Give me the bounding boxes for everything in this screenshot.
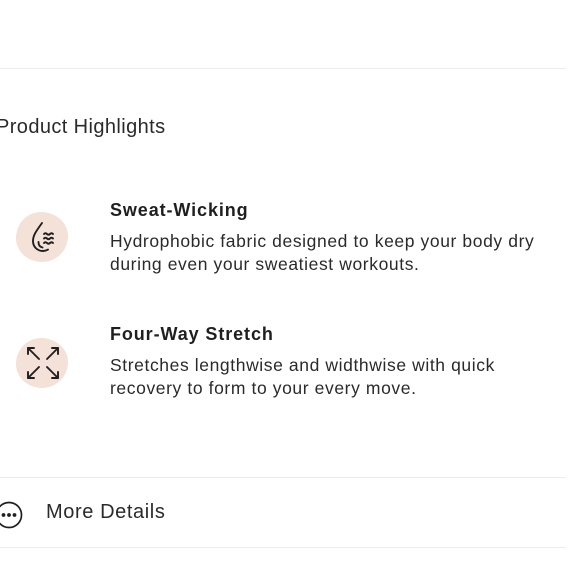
more-details-button[interactable]: More Details (0, 490, 566, 536)
highlight-description: Hydrophobic fabric designed to keep your… (110, 231, 535, 274)
section-title: Product Highlights (0, 116, 166, 138)
middle-divider (0, 477, 566, 478)
sweat-wicking-drop-icon (16, 210, 70, 264)
highlight-description: Stretches lengthwise and widthwise with … (110, 355, 495, 398)
bottom-divider (0, 547, 566, 548)
four-way-stretch-arrows-icon (16, 336, 70, 390)
product-highlights-panel: Product Highlights Sweat-Wicking Hydroph… (0, 0, 580, 580)
highlight-title: Four-Way Stretch (110, 324, 274, 344)
highlight-title: Sweat-Wicking (110, 200, 249, 220)
more-dots-icon (0, 500, 24, 530)
more-details-label: More Details (46, 501, 166, 523)
top-divider (0, 68, 566, 69)
